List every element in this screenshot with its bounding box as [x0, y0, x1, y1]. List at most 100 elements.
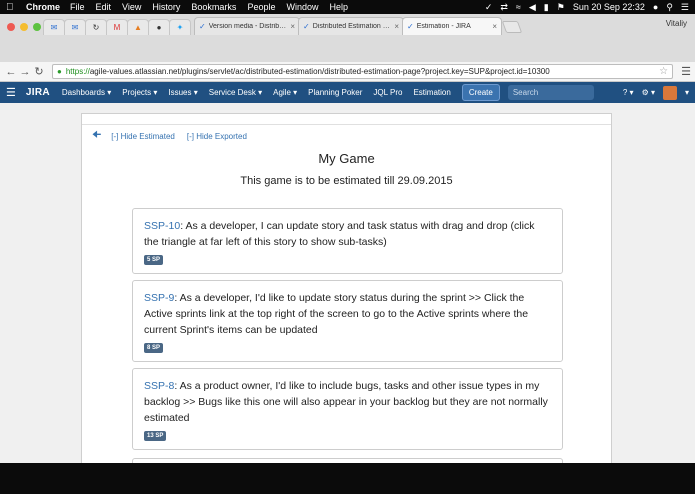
atlassian-icon: ✓ [199, 22, 206, 31]
tab-label: Distributed Estimation | Atlas [312, 23, 392, 30]
menu-bookmarks[interactable]: Bookmarks [191, 2, 236, 12]
search-placeholder: Search [512, 88, 539, 97]
twitter-icon: ✦ [176, 23, 184, 32]
nav-service-desk[interactable]: Service Desk ▾ [209, 88, 262, 97]
panel-top-divider [82, 114, 611, 125]
menu-file[interactable]: File [70, 2, 85, 12]
nav-projects[interactable]: Projects ▾ [122, 88, 157, 97]
hide-exported-link[interactable]: [-] Hide Exported [187, 132, 247, 141]
flag-icon[interactable]: ⚑ [557, 2, 565, 13]
apple-icon[interactable]:  [6, 2, 18, 13]
create-button[interactable]: Create [461, 84, 500, 101]
wifi-icon[interactable]: ≈ [516, 2, 521, 12]
battery-icon[interactable]: ▮ [544, 2, 549, 13]
mac-menubar:  Chrome File Edit View History Bookmark… [0, 0, 695, 14]
new-tab-button[interactable] [501, 21, 523, 33]
issue-key-link[interactable]: SSP-9 [144, 292, 174, 304]
issue-key-link[interactable]: SSP-8 [144, 380, 174, 392]
status-area: ✓ ⇄ ≈ ◀ ▮ ⚑ Sun 20 Sep 22:32 ● ⚲ ☰ [485, 2, 689, 13]
tab-label: Version media - Distributed E [208, 23, 288, 30]
page-content: 🠈 [-] Hide Estimated [-] Hide Exported M… [0, 103, 695, 478]
app-switcher-icon[interactable]: ☰ [6, 86, 16, 99]
user-icon[interactable]: ● [653, 2, 658, 12]
close-tab-icon[interactable]: × [492, 22, 497, 31]
notifications-icon[interactable]: ☰ [681, 2, 689, 13]
hide-estimated-link[interactable]: [-] Hide Estimated [111, 132, 175, 141]
reload-icon[interactable]: ↻ [32, 65, 46, 78]
menu-people[interactable]: People [247, 2, 275, 12]
url-scheme: https:// [65, 67, 90, 76]
url-text: agile-values.atlassian.net/plugins/servl… [89, 67, 550, 76]
chart-icon: ▲ [134, 23, 142, 32]
chrome-menu-icon[interactable]: ☰ [681, 65, 691, 78]
nav-issues[interactable]: Issues ▾ [168, 88, 197, 97]
pinned-tab-mail-2[interactable]: ✉ [64, 19, 86, 35]
url-input[interactable]: ● https:// agile-values.atlassian.net/pl… [52, 64, 674, 79]
pinned-tab-mail[interactable]: ✉ [43, 19, 65, 35]
nav-jql-pro[interactable]: JQL Pro [373, 88, 402, 97]
volume-icon[interactable]: ◀ [529, 2, 536, 13]
story-points-badge: 8 SP [144, 343, 164, 353]
avatar[interactable] [662, 85, 677, 100]
menu-window[interactable]: Window [286, 2, 318, 12]
minimize-window-button[interactable] [20, 23, 28, 31]
jira-icon: ✓ [407, 22, 414, 31]
pinned-tabs: ✉ ✉ ↻ M ▲ ● ✦ [43, 19, 191, 35]
back-icon[interactable]: ← [4, 66, 18, 78]
gmail-icon: M [113, 23, 121, 32]
tab-estimation-jira[interactable]: ✓ Estimation - JIRA × [402, 17, 502, 35]
story-card[interactable]: SSP-9: As a developer, I'd like to updat… [132, 280, 563, 362]
menu-history[interactable]: History [152, 2, 180, 12]
clock[interactable]: Sun 20 Sep 22:32 [573, 2, 645, 12]
chevron-down-icon[interactable]: ▾ [685, 88, 689, 97]
page-title: My Game [318, 151, 375, 166]
story-summary: : As a product owner, I'd like to includ… [144, 380, 548, 424]
tab-label: Estimation - JIRA [416, 23, 471, 30]
forward-icon[interactable]: → [18, 66, 32, 78]
issue-key-link[interactable]: SSP-10 [144, 220, 180, 232]
bookmark-star-icon[interactable]: ☆ [659, 66, 668, 77]
tab-distributed-estimation[interactable]: ✓ Distributed Estimation | Atlas × [298, 17, 404, 35]
check-icon[interactable]: ✓ [485, 2, 493, 13]
app-menu-chrome[interactable]: Chrome [26, 2, 60, 12]
jira-logo[interactable]: JIRA [26, 87, 50, 98]
tab-strip: ✉ ✉ ↻ M ▲ ● ✦ ✓ Version media - Distribu… [0, 14, 695, 62]
tab-version-media[interactable]: ✓ Version media - Distributed E × [194, 17, 300, 35]
story-summary: : As a developer, I'd like to update sto… [144, 292, 529, 336]
close-window-button[interactable] [7, 23, 15, 31]
nav-dashboards[interactable]: Dashboards ▾ [62, 88, 111, 97]
atlassian-icon: ✓ [303, 22, 310, 31]
story-points-badge: 5 SP [144, 255, 164, 265]
menu-view[interactable]: View [122, 2, 141, 12]
spotlight-icon[interactable]: ⚲ [666, 2, 673, 13]
game-deadline: This game is to be estimated till 29.09.… [240, 175, 453, 187]
story-card[interactable]: SSP-8: As a product owner, I'd like to i… [132, 368, 563, 450]
nav-planning-poker[interactable]: Planning Poker [308, 88, 362, 97]
address-toolbar: ← → ↻ ● https:// agile-values.atlassian.… [0, 62, 695, 82]
story-card[interactable]: SSP-10: As a developer, I can update sto… [132, 208, 563, 274]
menu-help[interactable]: Help [329, 2, 348, 12]
help-icon[interactable]: ? ▾ [623, 88, 634, 97]
close-tab-icon[interactable]: × [394, 22, 399, 31]
sync-icon[interactable]: ⇄ [500, 2, 508, 13]
pinned-tab-gmail[interactable]: M [106, 19, 128, 35]
back-arrow-icon[interactable]: 🠈 [92, 128, 101, 145]
browser-tabs: ✓ Version media - Distributed E × ✓ Dist… [194, 17, 523, 35]
nav-estimation[interactable]: Estimation [413, 88, 450, 97]
zoom-window-button[interactable] [33, 23, 41, 31]
mail-icon: ✉ [71, 23, 79, 32]
pinned-tab-github[interactable]: ● [148, 19, 170, 35]
profile-button[interactable]: Vitaliy [666, 19, 687, 28]
pinned-tab-refresh[interactable]: ↻ [85, 19, 107, 35]
github-icon: ● [156, 23, 162, 32]
lock-icon: ● [57, 67, 62, 76]
menu-edit[interactable]: Edit [96, 2, 112, 12]
mail-icon: ✉ [50, 23, 58, 32]
close-tab-icon[interactable]: × [290, 22, 295, 31]
pinned-tab-twitter[interactable]: ✦ [169, 19, 191, 35]
jira-header: ☰ JIRA Dashboards ▾ Projects ▾ Issues ▾ … [0, 82, 695, 103]
pinned-tab-chart[interactable]: ▲ [127, 19, 149, 35]
nav-agile[interactable]: Agile ▾ [273, 88, 297, 97]
settings-gear-icon[interactable]: ⚙ ▾ [642, 88, 655, 97]
search-input[interactable]: Search [507, 85, 594, 100]
